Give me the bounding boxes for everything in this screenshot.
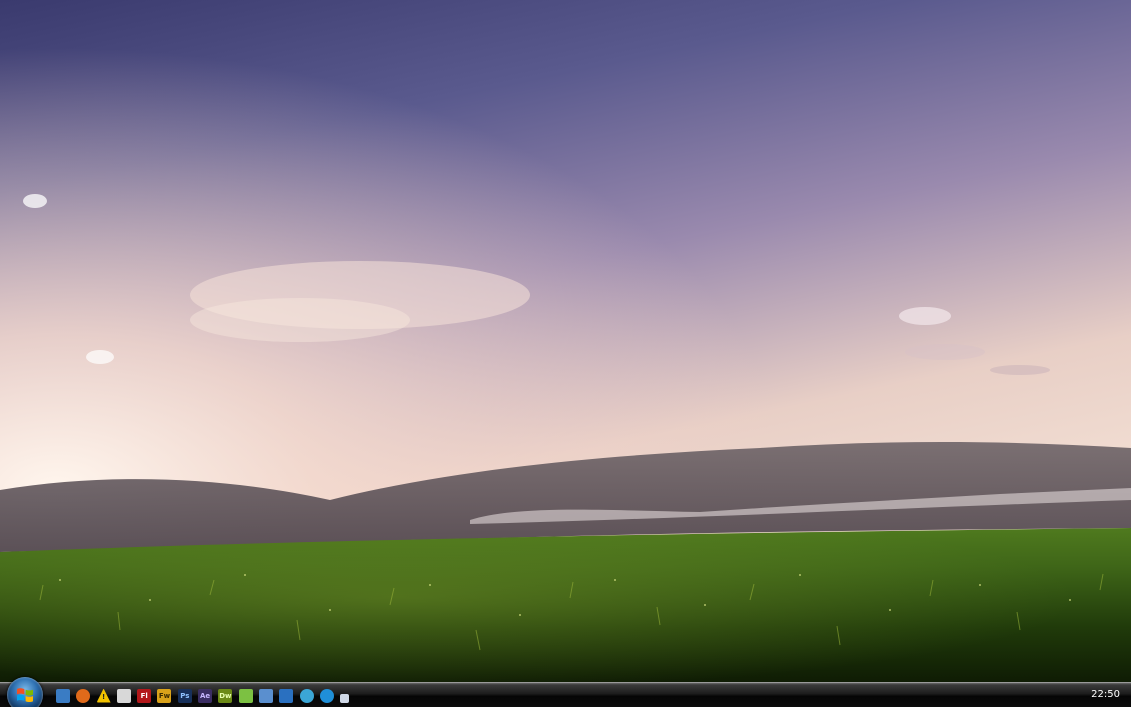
desktop-wallpaper bbox=[0, 0, 1131, 682]
taskbar-clock[interactable]: 22:50 bbox=[1091, 683, 1120, 707]
network-icon[interactable] bbox=[258, 688, 273, 703]
show-desktop-icon[interactable] bbox=[56, 688, 70, 703]
dreamweaver-icon[interactable]: Dw bbox=[218, 688, 233, 703]
taskbar: ! Fl Fw Ps Ae Dw 22:50 bbox=[0, 677, 1131, 707]
refresh-icon[interactable] bbox=[299, 688, 314, 703]
start-button[interactable] bbox=[7, 677, 43, 707]
flash-icon[interactable]: Fl bbox=[137, 688, 152, 703]
utorrent-icon[interactable] bbox=[238, 688, 253, 703]
wallpaper-image bbox=[0, 0, 1131, 682]
messenger-icon[interactable] bbox=[319, 688, 334, 703]
after-effects-icon[interactable]: Ae bbox=[198, 688, 213, 703]
warning-icon[interactable]: ! bbox=[96, 688, 111, 703]
quick-launch-toolbar: ! Fl Fw Ps Ae Dw bbox=[56, 687, 355, 704]
photoshop-icon[interactable]: Ps bbox=[177, 688, 192, 703]
desktop: ! Fl Fw Ps Ae Dw 22:50 bbox=[0, 0, 1131, 707]
shortcut-icon[interactable] bbox=[340, 693, 350, 703]
firefox-icon[interactable] bbox=[76, 688, 91, 703]
windows-logo-icon bbox=[17, 688, 33, 702]
lock-icon[interactable] bbox=[116, 688, 131, 703]
fireworks-icon[interactable]: Fw bbox=[157, 688, 172, 703]
remote-desktop-icon[interactable] bbox=[279, 688, 294, 703]
